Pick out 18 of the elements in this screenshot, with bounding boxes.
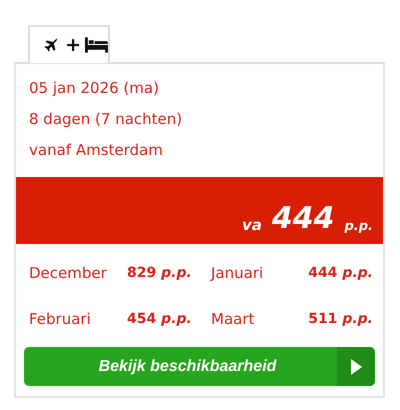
month-price: 511 p.p. bbox=[308, 311, 373, 327]
trip-detail: vanaf Amsterdam bbox=[29, 141, 164, 159]
month-price: 444 p.p. bbox=[308, 265, 373, 281]
bed-icon bbox=[85, 37, 108, 53]
trip-detail: 05 jan 2026 (ma) bbox=[29, 79, 160, 97]
price-amount: 444 bbox=[272, 204, 334, 234]
trip-detail: 8 dagen (7 nachten) bbox=[29, 110, 184, 128]
month-name: December bbox=[29, 264, 108, 282]
month-name: Maart bbox=[211, 310, 256, 328]
month-price: 454 p.p. bbox=[127, 311, 192, 327]
month-name: Januari bbox=[211, 264, 264, 282]
plus-sign: + bbox=[65, 34, 82, 56]
price-prefix: va bbox=[242, 216, 262, 234]
price-suffix: p.p. bbox=[344, 219, 373, 234]
month-name: Februari bbox=[29, 310, 92, 328]
flight-hotel-tab[interactable]: + bbox=[28, 25, 110, 63]
play-arrow-icon bbox=[350, 358, 362, 374]
month-price: 829 p.p. bbox=[127, 265, 192, 281]
